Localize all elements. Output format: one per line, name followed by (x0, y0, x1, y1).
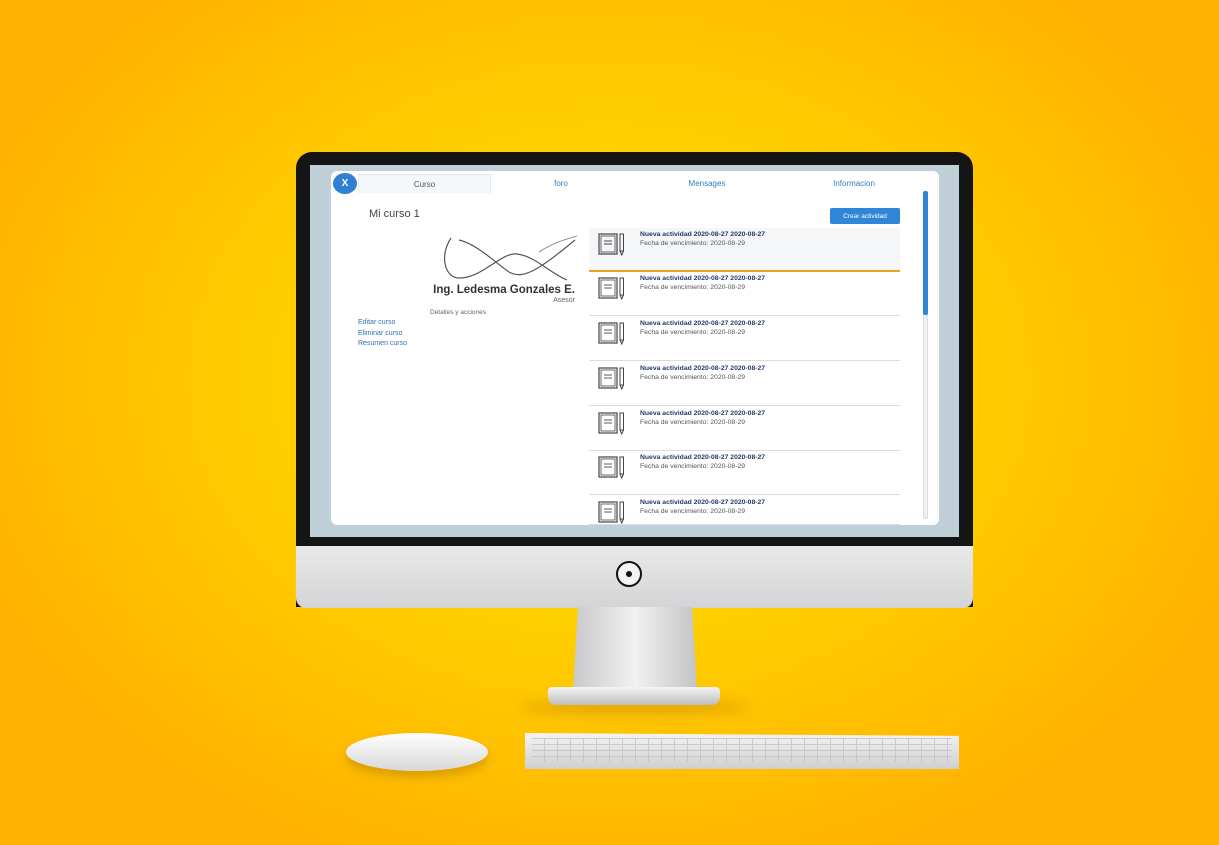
tab-curso[interactable]: Curso (358, 174, 491, 193)
activity-title: Nueva actividad 2020-08-27 2020-08-27 (640, 231, 766, 238)
activity-due-date: Fecha de vencimiento: 2020-08-29 (640, 240, 746, 247)
notebook-icon (598, 276, 626, 305)
tab-foro[interactable]: foro (526, 174, 596, 192)
notebook-icon (598, 366, 626, 395)
activity-item[interactable]: Nueva actividad 2020-08-27 2020-08-27 Fec… (589, 272, 900, 316)
activity-due-date: Fecha de vencimiento: 2020-08-29 (640, 419, 746, 426)
create-activity-button[interactable]: Crear actividad (830, 208, 900, 224)
activity-title: Nueva actividad 2020-08-27 2020-08-27 (640, 454, 766, 461)
activity-item[interactable]: Nueva actividad 2020-08-27 2020-08-27 Fec… (589, 451, 900, 495)
power-button-icon (616, 561, 642, 587)
details-heading: Detalles y acciones (430, 309, 486, 316)
scrollbar-thumb[interactable] (923, 191, 928, 315)
activity-due-date: Fecha de vencimiento: 2020-08-29 (640, 508, 746, 515)
activity-item[interactable]: Nueva actividad 2020-08-27 2020-08-27 Fec… (589, 496, 900, 525)
stand-neck (573, 607, 697, 691)
close-button[interactable]: X (333, 173, 357, 194)
notebook-icon (598, 500, 626, 525)
keyboard-keys (532, 738, 952, 762)
delete-course-link[interactable]: Eliminar curso (358, 330, 402, 337)
activity-title: Nueva actividad 2020-08-27 2020-08-27 (640, 499, 766, 506)
tab-informacion[interactable]: Informacion (817, 174, 891, 192)
edit-course-link[interactable]: Editar curso (358, 319, 395, 326)
activity-title: Nueva actividad 2020-08-27 2020-08-27 (640, 365, 766, 372)
tab-mensages[interactable]: Mensages (671, 174, 743, 192)
activity-title: Nueva actividad 2020-08-27 2020-08-27 (640, 320, 766, 327)
activity-item[interactable]: Nueva actividad 2020-08-27 2020-08-27 Fec… (589, 407, 900, 451)
activity-item[interactable]: Nueva actividad 2020-08-27 2020-08-27 Fec… (589, 362, 900, 406)
notebook-icon (598, 455, 626, 484)
activity-due-date: Fecha de vencimiento: 2020-08-29 (640, 374, 746, 381)
signature-image (443, 235, 578, 281)
activity-title: Nueva actividad 2020-08-27 2020-08-27 (640, 410, 766, 417)
mouse (346, 733, 488, 771)
notebook-icon (598, 321, 626, 350)
professor-name: Ing. Ledesma Gonzales E. (433, 284, 575, 296)
professor-role: Asesor (553, 297, 575, 304)
activity-due-date: Fecha de vencimiento: 2020-08-29 (640, 329, 746, 336)
activity-due-date: Fecha de vencimiento: 2020-08-29 (640, 284, 746, 291)
activity-item[interactable]: Nueva actividad 2020-08-27 2020-08-27 Fec… (589, 228, 900, 272)
notebook-icon (598, 232, 626, 261)
course-summary-link[interactable]: Resumen curso (358, 340, 407, 347)
course-panel: X Curso foro Mensages Informacion Mi cur… (331, 171, 939, 525)
course-title: Mi curso 1 (369, 208, 420, 220)
activity-item[interactable]: Nueva actividad 2020-08-27 2020-08-27 Fec… (589, 317, 900, 361)
activity-due-date: Fecha de vencimiento: 2020-08-29 (640, 463, 746, 470)
stand-foot (548, 687, 720, 705)
notebook-icon (598, 411, 626, 440)
activity-title: Nueva actividad 2020-08-27 2020-08-27 (640, 275, 766, 282)
